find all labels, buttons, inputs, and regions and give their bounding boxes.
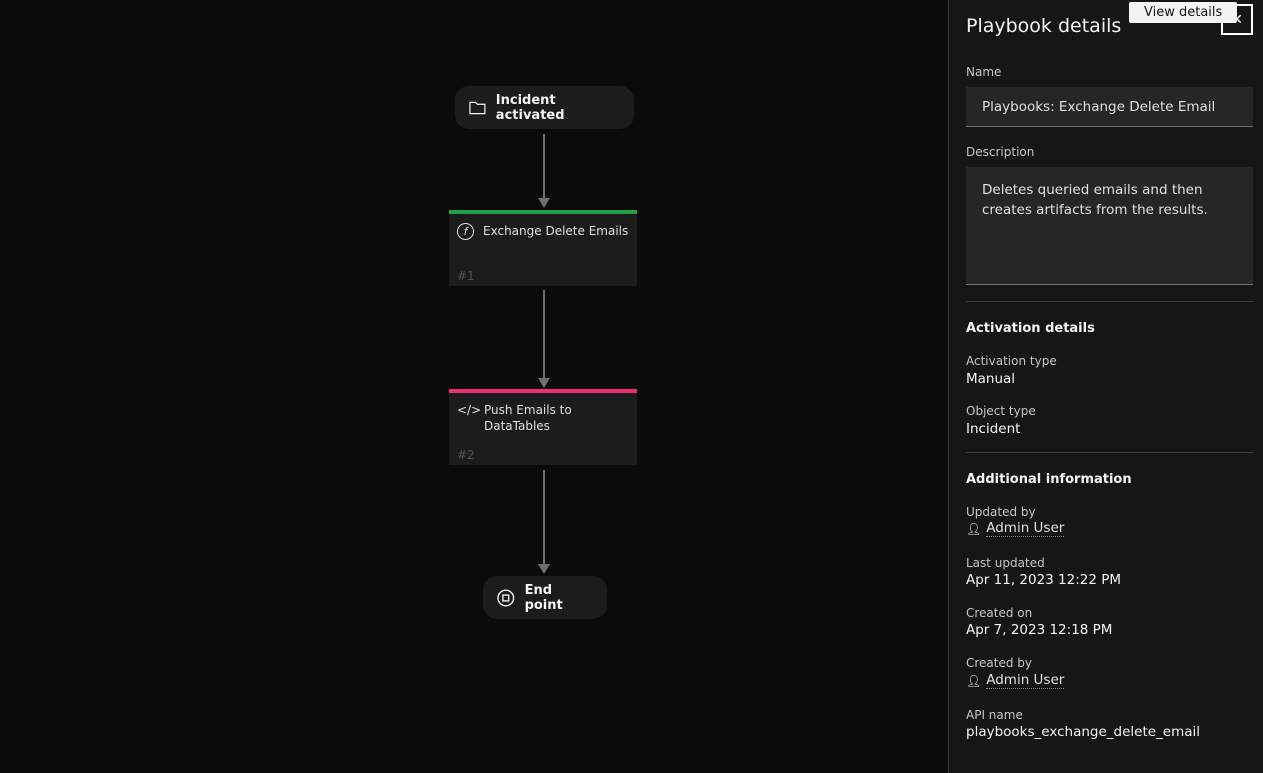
code-icon: </> [457,403,482,417]
tooltip: View details [1129,2,1238,23]
end-node-label: End point [524,582,563,613]
last-updated-label: Last updated [966,556,1045,570]
activation-type-value: Manual [966,371,1016,387]
divider [966,301,1253,302]
api-name-label: API name [966,708,1023,722]
node-title: Push Emails to DataTables [484,403,572,433]
description-label: Description [966,145,1035,159]
start-node-incident-activated[interactable]: Incident activated [455,86,634,129]
updated-by-link[interactable]: Admin User [986,521,1065,537]
description-textarea[interactable]: Deletes queried emails and then creates … [966,167,1253,285]
node-number: #2 [457,448,475,462]
user-icon: 👤︎ [966,522,982,536]
connector-arrow [538,290,550,388]
node-number: #1 [457,269,475,283]
user-icon: 👤︎ [966,674,982,688]
activation-details-heading: Activation details [966,321,1095,336]
node-exchange-delete-emails[interactable]: f Exchange Delete Emails #1 [449,210,637,286]
function-icon: f [457,223,474,240]
api-name-value: playbooks_exchange_delete_email [966,724,1201,740]
last-updated-value: Apr 11, 2023 12:22 PM [966,572,1122,588]
node-push-emails-to-datatables[interactable]: </> Push Emails to DataTables #2 [449,389,637,465]
playbook-canvas[interactable]: Incident activated f Exchange Delete Emai… [0,0,948,773]
divider [966,452,1253,453]
created-by-link[interactable]: Admin User [986,673,1065,689]
activation-type-label: Activation type [966,354,1057,368]
object-type-label: Object type [966,404,1036,418]
name-label: Name [966,65,1002,79]
created-on-label: Created on [966,606,1033,620]
created-by-value: 👤︎ Admin User [966,673,1065,689]
folder-icon [469,101,486,114]
created-by-label: Created by [966,656,1033,670]
connector-arrow [538,470,550,574]
updated-by-value: 👤︎ Admin User [966,521,1065,537]
panel-title: Playbook details [966,15,1122,37]
stop-icon [497,589,515,606]
name-input[interactable]: Playbooks: Exchange Delete Email [966,87,1253,127]
playbook-details-panel: Playbook details ✕ View details Name Pla… [948,0,1263,773]
object-type-value: Incident [966,421,1021,437]
node-title: Exchange Delete Emails [483,224,629,238]
end-node[interactable]: End point [483,576,607,619]
created-on-value: Apr 7, 2023 12:18 PM [966,622,1113,638]
updated-by-label: Updated by [966,505,1036,519]
additional-info-heading: Additional information [966,472,1132,487]
connector-arrow [538,134,550,208]
start-node-label: Incident activated [495,92,565,123]
